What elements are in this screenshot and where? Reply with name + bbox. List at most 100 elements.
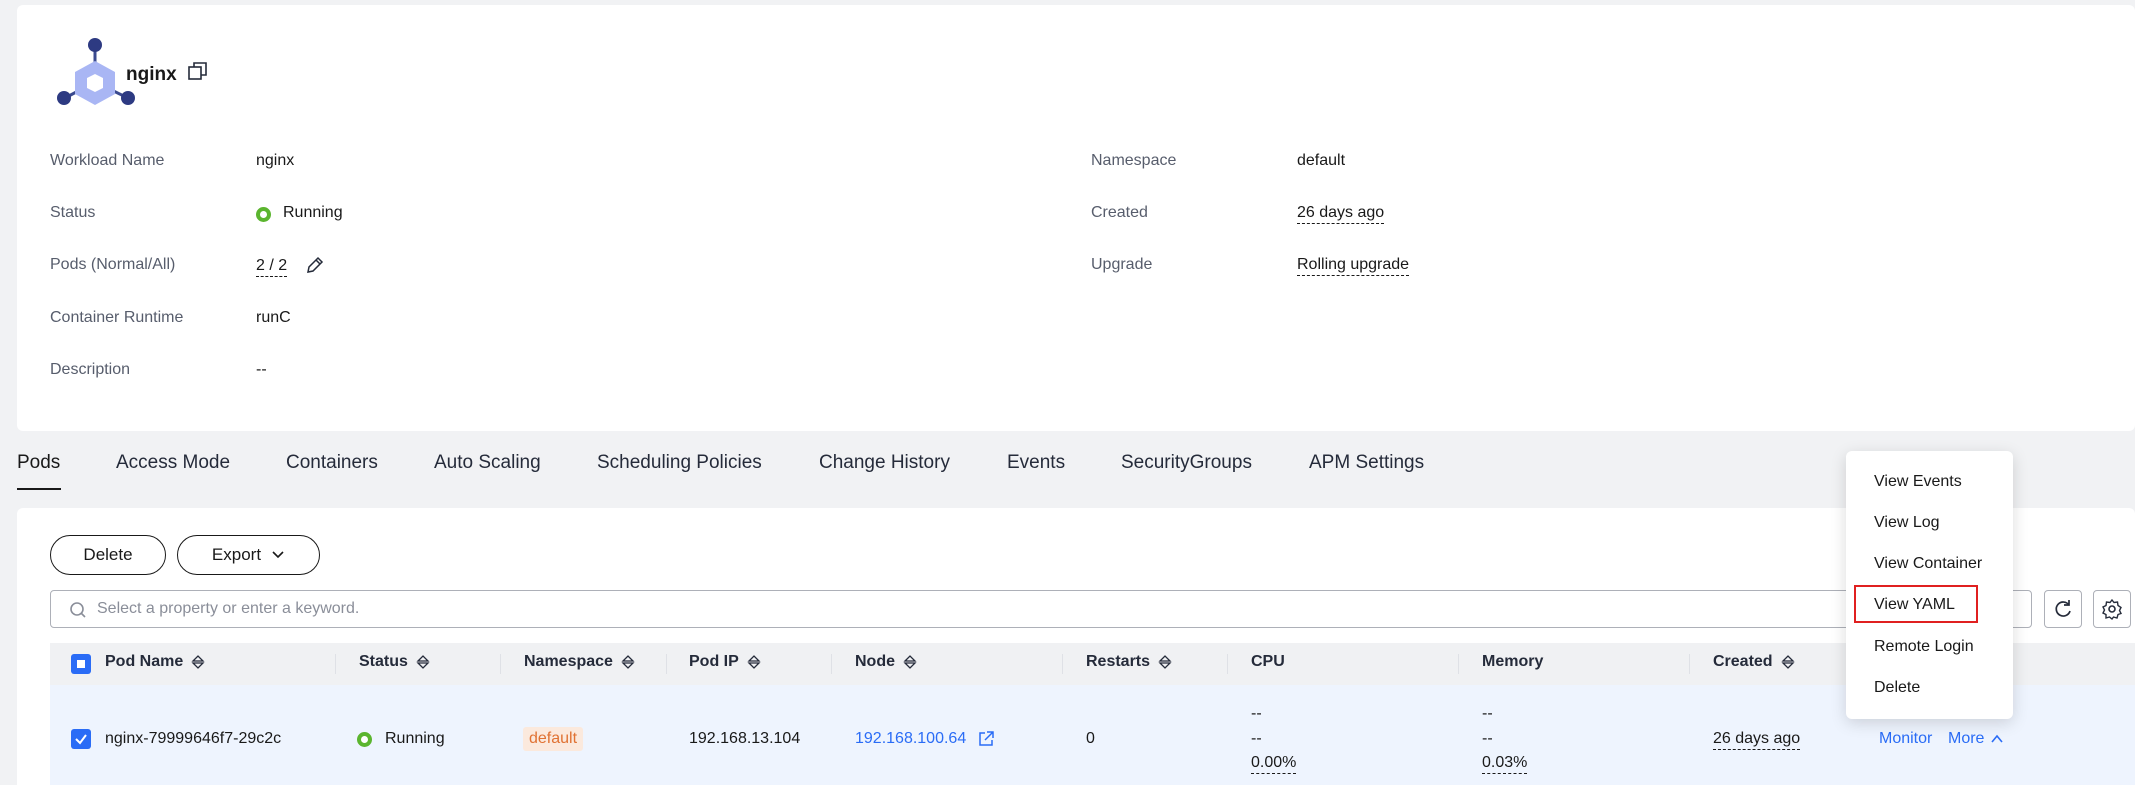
workload-name-value: nginx — [256, 152, 295, 169]
workload-title: nginx — [126, 64, 177, 85]
column-cpu: CPU — [1251, 653, 1285, 671]
export-button-label: Export — [211, 545, 262, 564]
tab-apm-settings[interactable]: APM Settings — [1309, 452, 1424, 474]
external-link-icon[interactable] — [977, 730, 995, 748]
restarts-cell: 0 — [1086, 730, 1095, 747]
menu-item-delete[interactable]: Delete — [1874, 679, 1920, 697]
running-status-icon — [256, 207, 271, 222]
table-header: Pod Name Status Namespace Pod IP Node Re… — [50, 643, 2135, 685]
runtime-label: Container Runtime — [50, 309, 184, 326]
view-yaml-highlight — [1854, 585, 1978, 623]
refresh-button[interactable] — [2044, 590, 2082, 628]
node-link[interactable]: 192.168.100.64 — [855, 730, 966, 748]
chevron-down-icon — [272, 551, 284, 559]
tab-auto-scaling[interactable]: Auto Scaling — [434, 452, 541, 474]
status-cell: Running — [385, 730, 445, 747]
workload-logo-icon — [57, 38, 135, 105]
column-node[interactable]: Node — [855, 653, 917, 671]
column-pod-name[interactable]: Pod Name — [105, 653, 205, 671]
menu-item-remote-login[interactable]: Remote Login — [1874, 638, 1974, 656]
column-divider — [1458, 654, 1459, 674]
created-cell: 26 days ago — [1713, 730, 1801, 750]
sort-icon[interactable] — [747, 654, 761, 670]
sort-icon[interactable] — [621, 654, 635, 670]
cpu-line1: -- — [1251, 705, 1262, 722]
column-divider — [831, 654, 832, 674]
delete-button-label: Delete — [83, 545, 133, 564]
tab-security-groups[interactable]: SecurityGroups — [1121, 452, 1252, 474]
more-actions-menu: View Events View Log View Container View… — [1846, 451, 2013, 719]
refresh-icon — [2055, 600, 2071, 617]
search-placeholder: Select a property or enter a keyword. — [97, 600, 360, 617]
column-divider — [666, 654, 667, 674]
column-divider — [335, 654, 336, 674]
workload-name-label: Workload Name — [50, 152, 165, 169]
column-status[interactable]: Status — [359, 653, 430, 671]
pods-value[interactable]: 2 / 2 — [256, 257, 288, 277]
menu-item-view-log[interactable]: View Log — [1874, 514, 1940, 532]
upgrade-label: Upgrade — [1091, 256, 1153, 273]
status-label: Status — [50, 204, 96, 221]
sort-icon[interactable] — [191, 654, 205, 670]
chevron-up-icon[interactable] — [1990, 732, 2004, 746]
tab-access-mode[interactable]: Access Mode — [116, 452, 230, 474]
column-restarts[interactable]: Restarts — [1086, 653, 1172, 671]
namespace-tag: default — [523, 727, 584, 751]
column-restarts-label: Restarts — [1086, 653, 1151, 670]
column-memory-label: Memory — [1482, 653, 1544, 670]
tab-scheduling-policies[interactable]: Scheduling Policies — [597, 452, 762, 474]
column-memory: Memory — [1482, 653, 1543, 671]
column-cpu-label: CPU — [1251, 653, 1285, 670]
sort-icon[interactable] — [1158, 654, 1172, 670]
column-namespace[interactable]: Namespace — [524, 653, 635, 671]
delete-button[interactable]: Delete — [50, 535, 166, 575]
memory-line2: -- — [1482, 730, 1493, 747]
column-created[interactable]: Created — [1713, 653, 1795, 671]
sort-icon[interactable] — [1781, 654, 1795, 670]
tab-containers[interactable]: Containers — [286, 452, 378, 474]
check-icon — [75, 734, 87, 745]
column-divider — [1689, 654, 1690, 674]
column-pod-ip[interactable]: Pod IP — [689, 653, 761, 671]
row-checkbox[interactable] — [71, 729, 91, 749]
sort-icon[interactable] — [903, 654, 917, 670]
description-value: -- — [256, 361, 267, 378]
upgrade-value[interactable]: Rolling upgrade — [1297, 256, 1410, 276]
column-node-label: Node — [855, 653, 895, 670]
copy-icon[interactable] — [187, 60, 209, 82]
more-link[interactable]: More — [1948, 730, 1984, 748]
menu-item-view-events[interactable]: View Events — [1874, 473, 1962, 491]
column-pod-ip-label: Pod IP — [689, 653, 739, 670]
column-divider — [1062, 654, 1063, 674]
settings-button[interactable] — [2093, 590, 2131, 628]
running-status-icon — [357, 732, 372, 747]
export-button[interactable]: Export — [177, 535, 320, 575]
column-pod-name-label: Pod Name — [105, 653, 184, 670]
namespace-value: default — [1297, 152, 1346, 169]
active-tab-indicator — [17, 488, 61, 490]
tab-events[interactable]: Events — [1007, 452, 1065, 474]
column-status-label: Status — [359, 653, 408, 670]
memory-usage: 0.03% — [1482, 754, 1528, 774]
column-divider — [1227, 654, 1228, 674]
monitor-link[interactable]: Monitor — [1879, 730, 1932, 748]
tab-pods[interactable]: Pods — [17, 452, 60, 474]
pod-name-cell: nginx-79999646f7-29c2c — [105, 730, 282, 747]
created-label: Created — [1091, 204, 1148, 221]
gear-icon — [2102, 598, 2122, 620]
column-divider — [500, 654, 501, 674]
edit-icon[interactable] — [305, 255, 325, 275]
select-all-checkbox[interactable] — [71, 654, 91, 674]
cpu-usage: 0.00% — [1251, 754, 1297, 774]
column-created-label: Created — [1713, 653, 1773, 670]
pod-ip-cell: 192.168.13.104 — [689, 730, 801, 747]
status-value: Running — [283, 204, 343, 221]
tab-change-history[interactable]: Change History — [819, 452, 950, 474]
sort-icon[interactable] — [416, 654, 430, 670]
pods-label: Pods (Normal/All) — [50, 256, 176, 273]
menu-item-view-container[interactable]: View Container — [1874, 555, 1982, 573]
cpu-line2: -- — [1251, 730, 1262, 747]
memory-line1: -- — [1482, 705, 1493, 722]
runtime-value: runC — [256, 309, 291, 326]
search-input[interactable]: Select a property or enter a keyword. — [50, 590, 2032, 628]
